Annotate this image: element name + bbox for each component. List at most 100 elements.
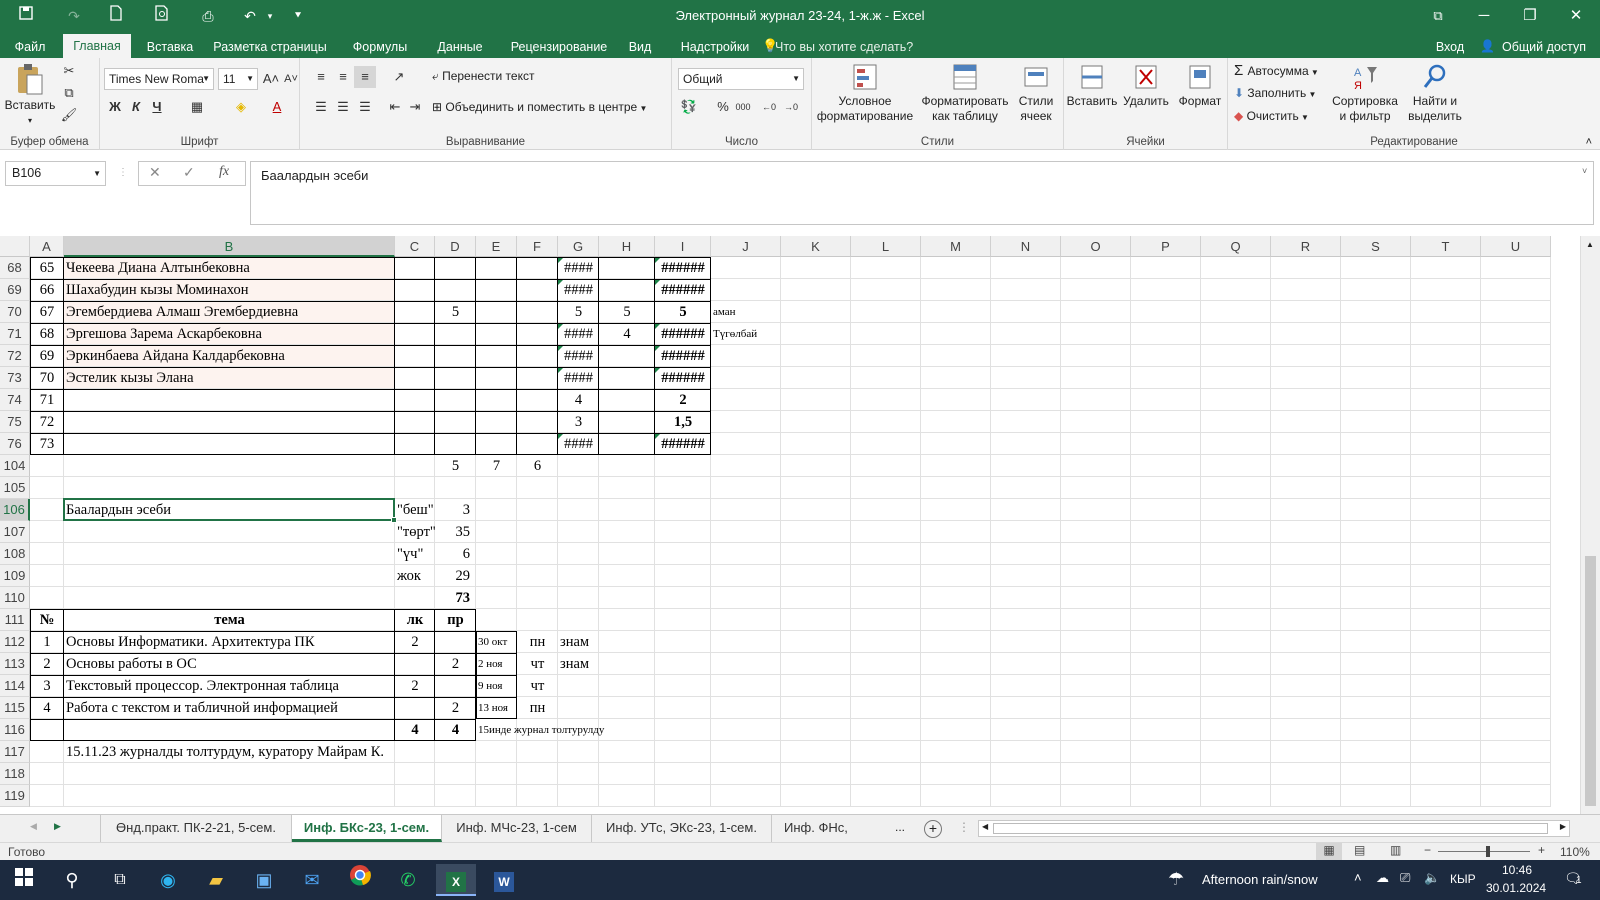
cell-G76[interactable]: #### <box>560 433 597 455</box>
page-layout-view-icon[interactable]: ▤ <box>1354 843 1365 857</box>
column-header[interactable]: K <box>781 236 851 257</box>
tab-insert[interactable]: Вставка <box>140 36 200 58</box>
cell-B111[interactable]: тема <box>66 609 393 631</box>
cell-C112[interactable]: 2 <box>397 631 433 653</box>
column-header[interactable]: S <box>1341 236 1411 257</box>
cell-D111[interactable]: пр <box>437 609 474 631</box>
cell-I75[interactable]: 1,5 <box>657 411 709 433</box>
column-header[interactable]: I <box>655 236 711 257</box>
cell-E114[interactable]: 9 ноя <box>478 675 503 697</box>
collapse-ribbon-icon[interactable]: ˄ <box>1586 136 1592 148</box>
cell-E112[interactable]: 30 окт <box>478 631 507 653</box>
decrease-indent-icon[interactable]: ⇤ <box>384 96 406 118</box>
cell-B112[interactable]: Основы Информатики. Архитектура ПК <box>66 631 315 653</box>
volume-icon[interactable]: 🔈 <box>1424 870 1440 886</box>
cell-I70[interactable]: 5 <box>657 301 709 323</box>
zoom-slider-thumb[interactable] <box>1486 846 1490 857</box>
ribbon-display-options-icon[interactable]: ⧉ <box>1415 0 1461 32</box>
row-header[interactable]: 75 <box>0 411 30 433</box>
copy-icon[interactable]: ⧉ <box>58 82 80 104</box>
font-size-dropdown[interactable]: 11 ▼ <box>218 68 258 90</box>
decrease-font-icon[interactable]: A˅ <box>280 68 302 90</box>
cell-D109[interactable]: 29 <box>437 565 474 587</box>
cell-A72[interactable]: 69 <box>32 345 62 367</box>
tab-formulas[interactable]: Формулы <box>345 36 415 58</box>
new-document-icon[interactable] <box>104 5 128 27</box>
close-button[interactable]: ✕ <box>1553 0 1599 32</box>
cell-C107[interactable]: "төрт" <box>397 521 436 543</box>
column-header[interactable]: H <box>599 236 655 257</box>
share-button[interactable]: Общий доступ <box>1498 36 1590 58</box>
cell-D116[interactable]: 4 <box>437 719 474 741</box>
column-header[interactable]: E <box>476 236 517 257</box>
cell-I72[interactable]: ###### <box>657 345 709 367</box>
align-middle-icon[interactable]: ≡ <box>332 66 354 88</box>
more-tabs-indicator[interactable]: ... <box>895 820 905 834</box>
comma-style-icon[interactable]: 000 <box>732 96 754 118</box>
zoom-out-icon[interactable]: − <box>1424 843 1431 857</box>
cell-G69[interactable]: #### <box>560 279 597 301</box>
scroll-left-icon[interactable]: ◀ <box>982 822 988 831</box>
enter-icon[interactable]: ✓ <box>183 164 195 181</box>
column-header[interactable]: G <box>558 236 599 257</box>
cell-F104[interactable]: 6 <box>519 455 556 477</box>
row-header[interactable]: 117 <box>0 741 30 763</box>
row-header[interactable]: 74 <box>0 389 30 411</box>
chrome-icon[interactable] <box>340 864 380 896</box>
paste-button[interactable]: Вставить ▾ <box>4 62 56 128</box>
merge-center-button[interactable]: ⊞ Объединить и поместить в центре ▼ <box>432 100 647 116</box>
cell-H71[interactable]: 4 <box>601 323 653 345</box>
file-explorer-icon[interactable]: ▰ <box>196 864 236 896</box>
insert-function-icon[interactable]: fx <box>219 164 229 180</box>
bold-button[interactable]: Ж <box>104 96 126 118</box>
vertical-scrollbar[interactable]: ▲ <box>1580 236 1600 814</box>
cell-A69[interactable]: 66 <box>32 279 62 301</box>
cell-C114[interactable]: 2 <box>397 675 433 697</box>
cell-E113[interactable]: 2 ноя <box>478 653 503 675</box>
cell-I71[interactable]: ###### <box>657 323 709 345</box>
save-icon[interactable] <box>14 5 38 27</box>
cell-A114[interactable]: 3 <box>32 675 62 697</box>
fill-color-icon[interactable]: ◈ <box>230 96 252 118</box>
row-header[interactable]: 116 <box>0 719 30 741</box>
sheet-tab-active[interactable]: Инф. БКс-23, 1-сем. <box>292 815 442 842</box>
find-select-button[interactable]: Найти и выделить <box>1402 62 1468 124</box>
vertical-scroll-thumb[interactable] <box>1585 556 1596 806</box>
cell-D113[interactable]: 2 <box>437 653 474 675</box>
cell-B117[interactable]: 15.11.23 журналды толтурдум, куратору Ма… <box>66 741 384 763</box>
cloud-icon[interactable]: ☁ <box>1376 870 1389 886</box>
cell-I68[interactable]: ###### <box>657 257 709 279</box>
cell-B73[interactable]: Эстелик кызы Элана <box>66 367 194 389</box>
row-header[interactable]: 104 <box>0 455 30 477</box>
currency-icon[interactable]: 💱 <box>678 96 700 118</box>
column-header[interactable]: U <box>1481 236 1551 257</box>
active-cell-selection[interactable] <box>63 498 395 521</box>
expand-formula-icon[interactable]: ˅ <box>1582 166 1587 176</box>
column-header[interactable]: M <box>921 236 991 257</box>
store-icon[interactable]: ▣ <box>244 864 284 896</box>
row-header[interactable]: 114 <box>0 675 30 697</box>
restore-button[interactable]: ❐ <box>1507 0 1553 32</box>
weather-icon[interactable]: ☂ <box>1168 869 1184 890</box>
cell-E104[interactable]: 7 <box>478 455 515 477</box>
cell-B113[interactable]: Основы работы в ОС <box>66 653 197 675</box>
tab-review[interactable]: Рецензирование <box>503 36 615 58</box>
tab-view[interactable]: Вид <box>622 36 658 58</box>
number-format-dropdown[interactable]: Общий ▼ <box>678 68 804 90</box>
column-header[interactable]: L <box>851 236 921 257</box>
tab-addins[interactable]: Надстройки <box>672 36 758 58</box>
row-header[interactable]: 69 <box>0 279 30 301</box>
font-name-dropdown[interactable]: Times New Roma ▼ <box>104 68 214 90</box>
italic-button[interactable]: К <box>125 96 147 118</box>
row-header[interactable]: 68 <box>0 257 30 279</box>
tabs-splitter-icon[interactable]: ⋮ <box>958 820 970 834</box>
cell-A113[interactable]: 2 <box>32 653 62 675</box>
horizontal-scroll-thumb[interactable] <box>993 823 1548 834</box>
conditional-formatting-button[interactable]: Условное форматирование <box>816 62 914 124</box>
underline-button[interactable]: Ч <box>146 96 168 118</box>
cell-F113[interactable]: чт <box>519 653 556 675</box>
cell-B68[interactable]: Чекеева Диана Алтынбековна <box>66 257 250 279</box>
cell-A111[interactable]: № <box>32 609 62 631</box>
sort-filter-button[interactable]: AЯ Сортировка и фильтр <box>1330 62 1400 124</box>
column-header[interactable]: C <box>395 236 435 257</box>
